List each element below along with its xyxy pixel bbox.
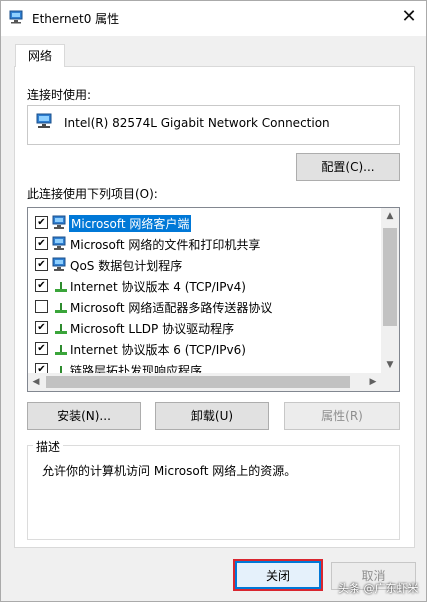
description-title: 描述 (33, 438, 64, 455)
properties-button[interactable]: 属性(R) (284, 402, 400, 430)
watermark: 头条 @广东虾米 (338, 582, 419, 595)
protocol-icon (55, 303, 67, 313)
uninstall-button[interactable]: 卸载(U) (155, 402, 269, 430)
vertical-scrollbar[interactable]: ▲ ▼ (381, 208, 399, 373)
list-item[interactable]: Microsoft 网络适配器多路传送器协议 (28, 296, 382, 317)
protocol-icon (55, 345, 67, 355)
configure-button[interactable]: 配置(C)... (296, 153, 400, 181)
list-item[interactable]: ✔ QoS 数据包计划程序 (28, 254, 382, 275)
close-icon[interactable]: ✕ (398, 6, 420, 28)
list-item[interactable]: ✔ Microsoft 网络客户端 (28, 212, 382, 233)
item-checkbox[interactable]: ✔ (35, 342, 48, 355)
scroll-thumb[interactable] (46, 376, 350, 388)
item-checkbox[interactable]: ✔ (35, 279, 48, 292)
items-list: ✔ Microsoft 网络客户端 ✔ Microsoft 网络的文件和打印机共… (27, 207, 400, 392)
network-adapter-icon (9, 10, 23, 24)
highlight-frame (233, 559, 323, 591)
tab-network[interactable]: 网络 (15, 44, 65, 67)
list-item-label: Microsoft LLDP 协议驱动程序 (70, 322, 235, 336)
description-text: 允许你的计算机访问 Microsoft 网络上的资源。 (42, 464, 297, 478)
item-checkbox[interactable]: ✔ (35, 237, 48, 250)
list-item[interactable]: ✔ Internet 协议版本 4 (TCP/IPv4) (28, 275, 382, 296)
list-item-label: Microsoft 网络适配器多路传送器协议 (70, 301, 273, 315)
protocol-icon (55, 282, 67, 292)
scroll-down-icon[interactable]: ▼ (381, 357, 399, 373)
description-group (27, 445, 400, 540)
list-item-label: QoS 数据包计划程序 (70, 259, 183, 273)
scroll-right-icon[interactable]: ▶ (365, 373, 381, 391)
list-item[interactable]: ✔ Microsoft 网络的文件和打印机共享 (28, 233, 382, 254)
install-button[interactable]: 安装(N)... (27, 402, 141, 430)
list-item-label: Microsoft 网络的文件和打印机共享 (70, 238, 261, 252)
item-checkbox[interactable]: ✔ (35, 216, 48, 229)
connect-using-label: 连接时使用: (27, 88, 92, 102)
scroll-left-icon[interactable]: ◀ (28, 373, 44, 391)
horizontal-scrollbar[interactable]: ◀ ▶ (28, 373, 381, 391)
list-item-label: Microsoft 网络客户端 (69, 215, 192, 232)
item-checkbox[interactable]: ✔ (35, 258, 48, 271)
items-label: 此连接使用下列项目(O): (27, 187, 158, 201)
list-item[interactable]: ✔ Internet 协议版本 6 (TCP/IPv6) (28, 338, 382, 359)
item-checkbox[interactable] (35, 300, 48, 313)
list-item-label: Internet 协议版本 4 (TCP/IPv4) (70, 280, 246, 294)
network-client-icon (52, 236, 66, 250)
item-checkbox[interactable]: ✔ (35, 321, 48, 334)
network-client-icon (52, 215, 66, 229)
protocol-icon (55, 324, 67, 334)
network-adapter-icon (36, 113, 52, 128)
network-client-icon (52, 257, 66, 271)
list-item[interactable]: ✔ Microsoft LLDP 协议驱动程序 (28, 317, 382, 338)
adapter-name: Intel(R) 82574L Gigabit Network Connecti… (64, 116, 330, 130)
scrollbar-corner (381, 373, 399, 391)
window-title: Ethernet0 属性 (32, 12, 120, 26)
list-item-label: Internet 协议版本 6 (TCP/IPv6) (70, 343, 246, 357)
scroll-thumb[interactable] (383, 228, 397, 326)
scroll-up-icon[interactable]: ▲ (381, 208, 399, 224)
